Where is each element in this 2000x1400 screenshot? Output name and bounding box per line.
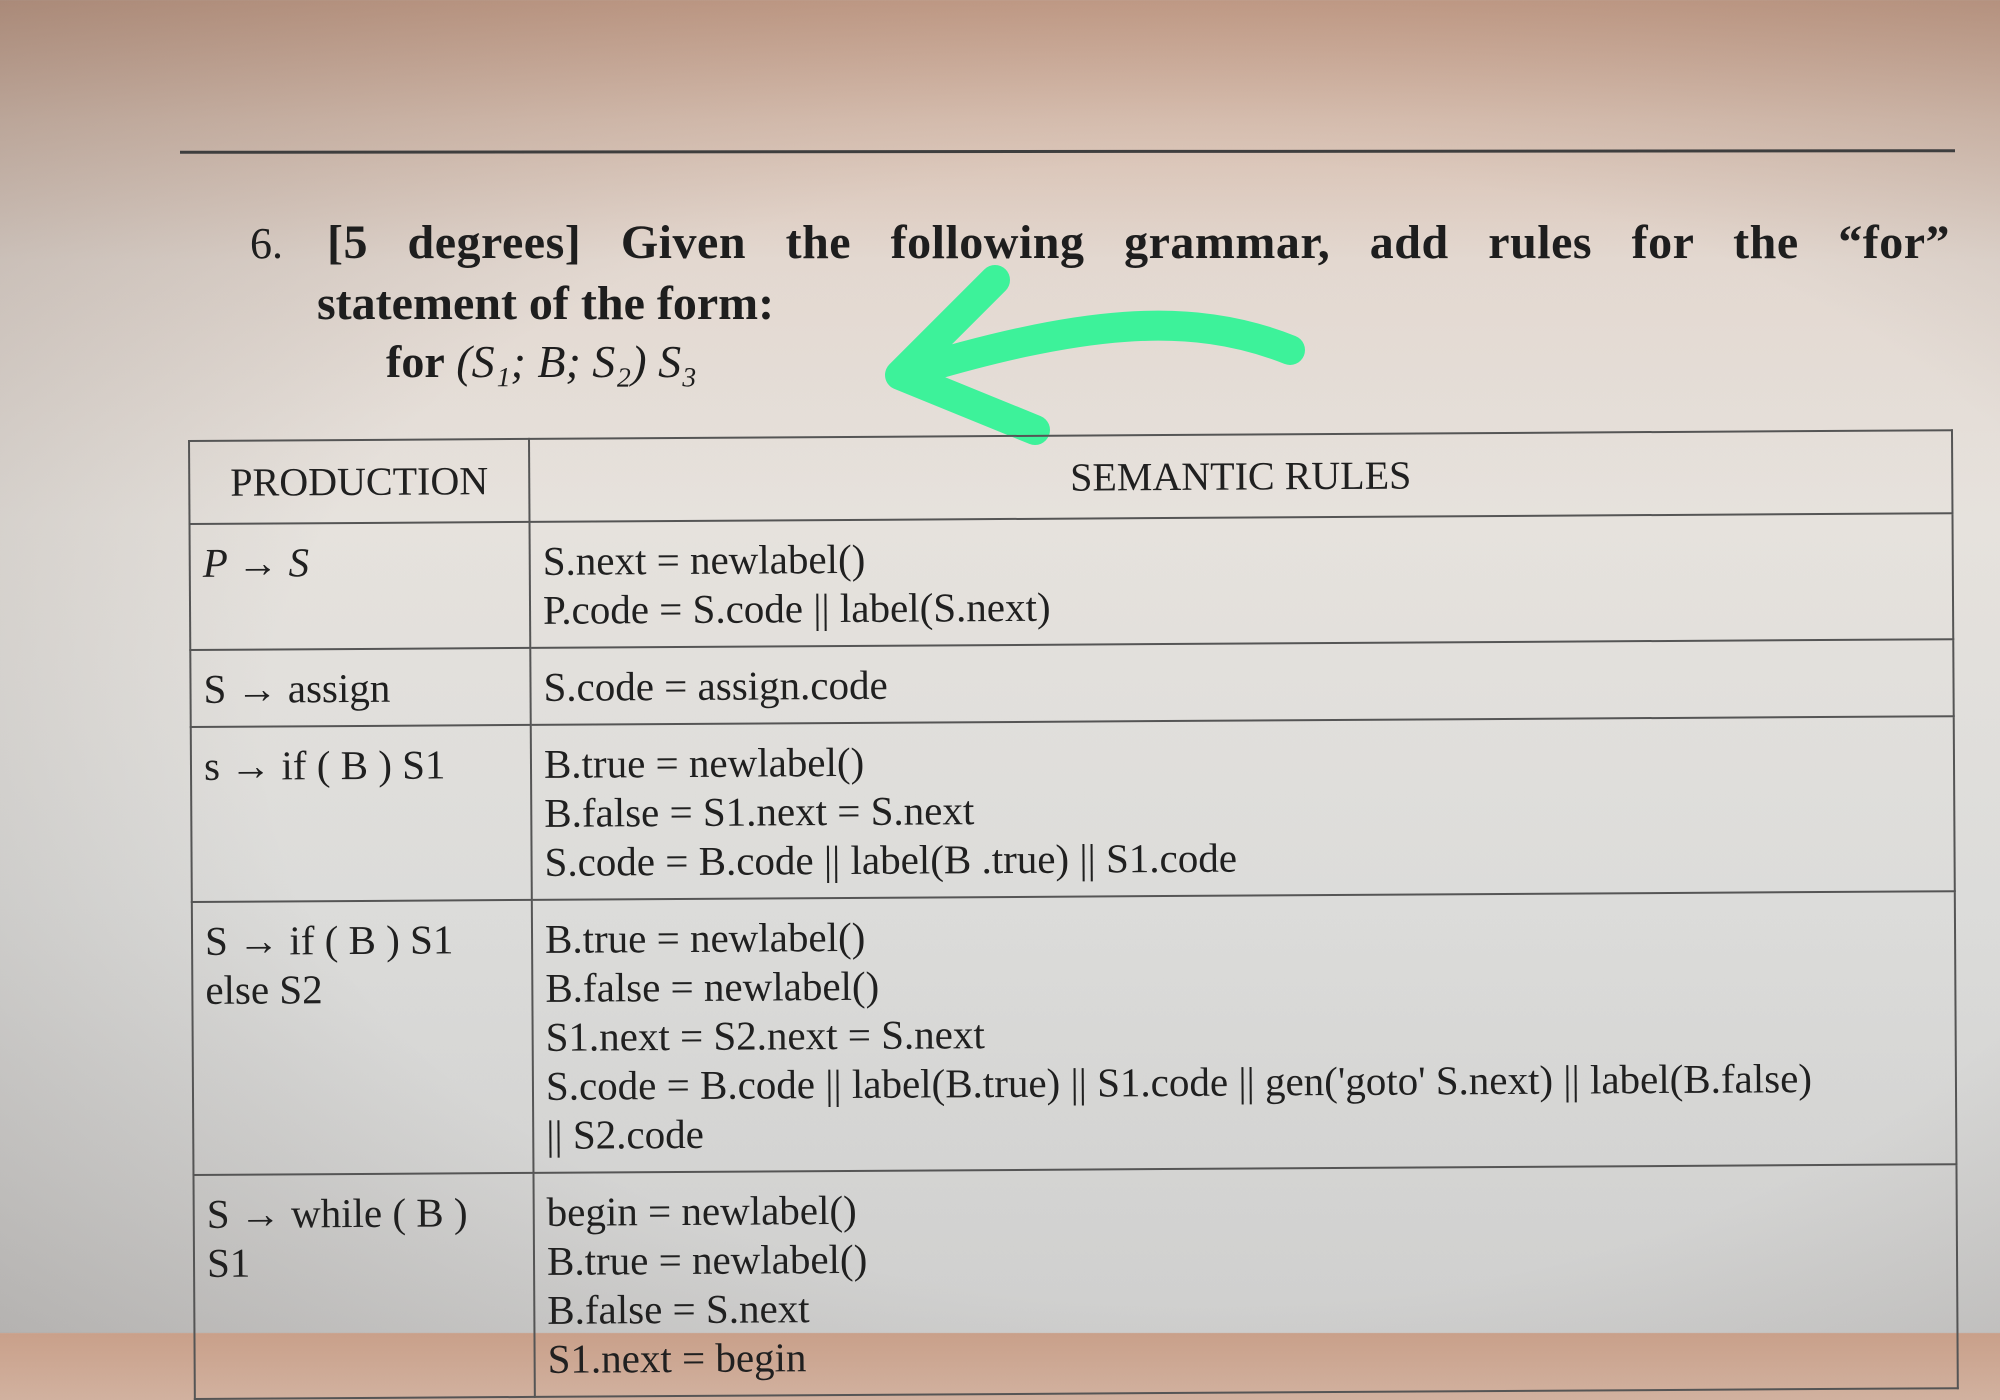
table-header-row: PRODUCTION SEMANTIC RULES <box>189 430 1953 524</box>
production-cell: S → while ( B ) S1 <box>193 1172 535 1399</box>
table-row: s → if ( B ) S1 B.true = newlabel() B.fals… <box>190 716 1955 902</box>
table-row: S → assign S.code = assign.code <box>190 639 1954 727</box>
semantic-rule: S.next = newlabel() <box>542 535 866 584</box>
semantic-rules-cell: begin = newlabel() B.true = newlabel() B.f… <box>533 1164 1958 1397</box>
semantic-rule: P.code = S.code || label(S.next) <box>542 583 1051 633</box>
table-body: P → S S.next = newlabel() P.code = S.code … <box>189 513 1958 1399</box>
table-row: P → S S.next = newlabel() P.code = S.code … <box>189 513 1954 650</box>
production-cell: P → S <box>189 521 531 650</box>
table-row: S → while ( B ) S1 begin = newlabel() B.tr… <box>193 1164 1958 1399</box>
horizontal-rule <box>179 149 1956 154</box>
semantic-rule: begin = newlabel() <box>546 1186 857 1235</box>
for-expression: (S₁; B; S₂) S₃ <box>456 336 698 387</box>
production-header: PRODUCTION <box>189 438 530 524</box>
semantic-rule: S.code = B.code || label(B.true) || S1.c… <box>545 1055 1813 1109</box>
semantic-rule: S1.next = S2.next = S.next <box>545 1011 985 1060</box>
semantic-rule: || S2.code <box>546 1110 705 1158</box>
semantic-rule: S.code = assign.code <box>543 661 888 710</box>
production-cell: s → if ( B ) S1 <box>190 724 532 902</box>
semantic-rule: S1.next = begin <box>547 1334 807 1382</box>
semantic-rule: B.true = newlabel() <box>544 913 866 962</box>
semantic-rule: B.false = newlabel() <box>545 962 880 1011</box>
highlighter-arrow-icon <box>885 265 1305 445</box>
semantic-rules-cell: B.true = newlabel() B.false = S1.next = S… <box>530 716 1955 900</box>
production-cell: S → if ( B ) S1 else S2 <box>191 899 534 1175</box>
grammar-table: PRODUCTION SEMANTIC RULES P → S S.next = … <box>188 429 1959 1400</box>
for-keyword: for <box>386 336 445 387</box>
semantic-rules-header: SEMANTIC RULES <box>528 430 1953 522</box>
table-row: S → if ( B ) S1 else S2 B.true = newlabel… <box>191 891 1957 1175</box>
semantic-rule: B.true = newlabel() <box>546 1235 868 1284</box>
question-number: 6. <box>250 219 283 268</box>
production-cell: S → assign <box>190 647 531 727</box>
semantic-rule: B.false = S.next <box>547 1285 810 1333</box>
semantic-rule: S.code = B.code || label(B .true) || S1.… <box>544 834 1238 885</box>
semantic-rules-cell: B.true = newlabel() B.false = newlabel() S… <box>531 891 1957 1173</box>
semantic-rule: B.false = S1.next = S.next <box>544 787 975 836</box>
semantic-rules-cell: S.next = newlabel() P.code = S.code || la… <box>529 513 1954 648</box>
semantic-rule: B.true = newlabel() <box>543 738 865 787</box>
semantic-rules-cell: S.code = assign.code <box>530 639 1954 725</box>
